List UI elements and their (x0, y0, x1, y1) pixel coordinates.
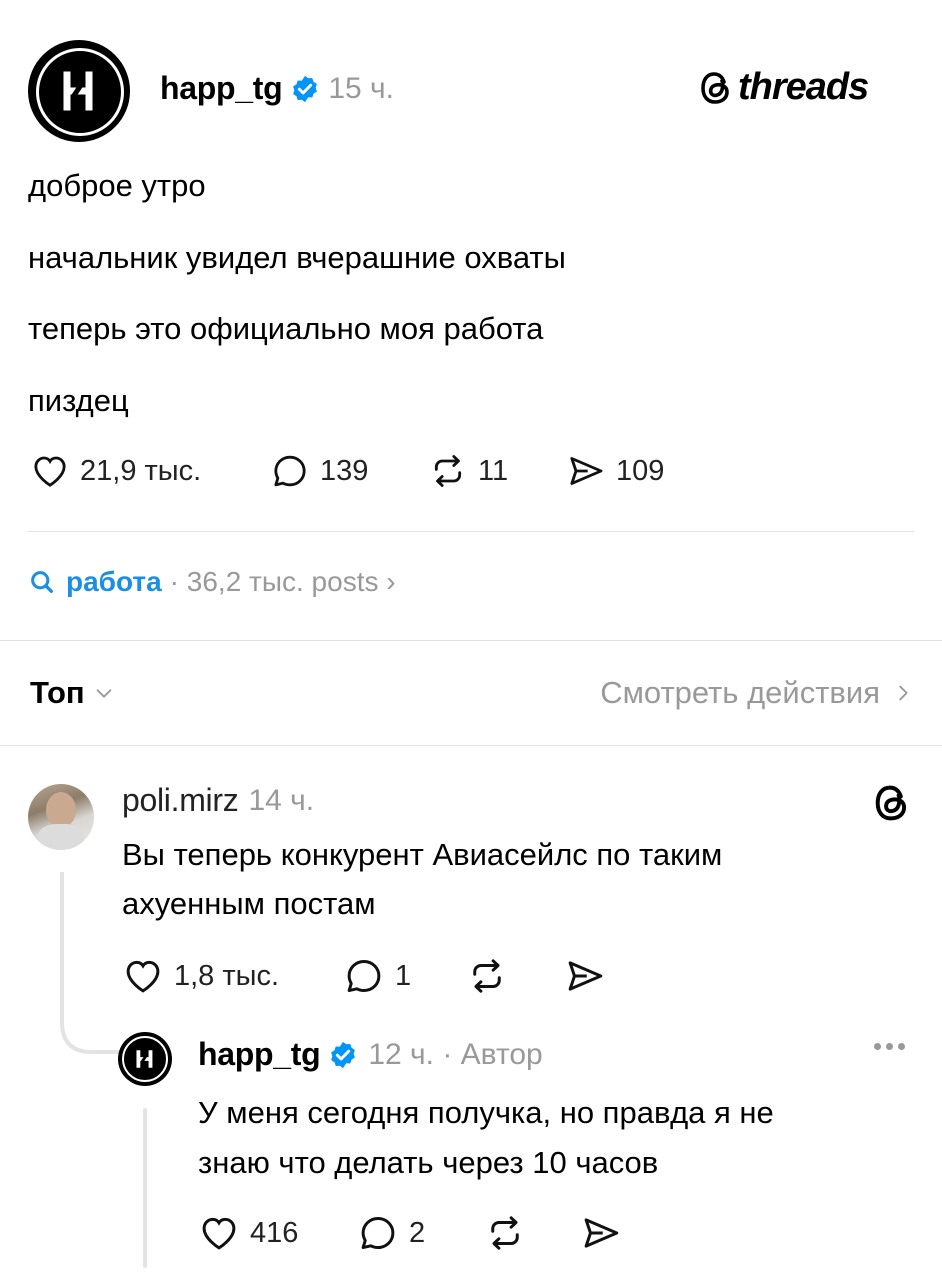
author-avatar[interactable] (28, 40, 130, 142)
threads-icon (701, 71, 729, 104)
comment-count: 2 (409, 1216, 426, 1249)
heart-icon (202, 1217, 236, 1250)
reply-text-line-1: У меня сегодня получка, но правда я не (198, 1095, 774, 1130)
topic-tag[interactable]: работа · 36,2 тыс. posts › (28, 566, 396, 598)
share-icon (584, 1218, 619, 1248)
chevron-right-icon (899, 685, 908, 701)
like-button[interactable]: 416 (198, 1212, 298, 1254)
repost-icon (473, 959, 501, 993)
repost-button[interactable] (484, 1212, 536, 1254)
thread-line (143, 1108, 147, 1268)
share-icon (570, 457, 603, 485)
verified-icon (331, 1041, 356, 1068)
reply-header: happ_tg 12 ч. · Автор (198, 1036, 543, 1073)
search-icon (31, 571, 53, 593)
repost-icon (491, 1216, 519, 1250)
heart-icon (126, 960, 160, 993)
share-icon (568, 961, 603, 991)
reply-username[interactable]: happ_tg (198, 1036, 321, 1073)
repost-count: 11 (478, 454, 509, 487)
view-actions-label: Смотреть действия (600, 675, 880, 710)
topic-name[interactable]: работа (66, 566, 162, 598)
post-line-4: пиздец (28, 383, 129, 418)
more-icon[interactable] (874, 1043, 905, 1050)
reply-avatar[interactable] (28, 784, 94, 850)
like-button[interactable]: 21,9 тыс. (30, 451, 201, 491)
thread-connector (58, 872, 128, 1054)
share-count: 109 (616, 454, 665, 487)
h-logo-icon (63, 71, 93, 111)
comment-button[interactable]: 2 (357, 1212, 425, 1254)
like-count: 21,9 тыс. (80, 454, 202, 487)
comment-icon (274, 455, 306, 487)
comment-count: 139 (320, 454, 369, 487)
reply-text-line-1: Вы теперь конкурент Авиасейлс по таким (122, 837, 723, 872)
divider (28, 531, 914, 532)
threads-icon[interactable] (872, 781, 912, 825)
post-time: 15 ч. (328, 71, 395, 105)
h-logo-icon (136, 1050, 153, 1068)
reply-time: 14 ч. (248, 783, 315, 817)
share-button[interactable] (580, 1212, 632, 1254)
post-line-2: начальник увидел вчерашние охваты (28, 240, 566, 275)
topic-meta: · 36,2 тыс. posts › (169, 566, 396, 597)
post-header: happ_tg 15 ч. (160, 70, 394, 107)
like-button[interactable]: 1,8 тыс. (122, 955, 279, 997)
verified-icon (293, 75, 318, 102)
reply-avatar[interactable] (118, 1032, 172, 1086)
comment-button[interactable]: 139 (270, 451, 368, 491)
heart-icon (34, 456, 66, 487)
threads-brand: threads (698, 66, 869, 109)
reply-username[interactable]: poli.mirz (122, 782, 239, 819)
post-line-3: теперь это официально моя работа (28, 311, 544, 346)
reply-header: poli.mirz 14 ч. (122, 782, 314, 819)
comment-icon (347, 959, 381, 993)
like-count: 1,8 тыс. (174, 959, 280, 992)
sort-label: Топ (30, 675, 85, 710)
view-actions-link[interactable]: Смотреть действия (600, 675, 914, 711)
reply-text-line-2: знаю что делать через 10 часов (198, 1145, 659, 1180)
share-button[interactable] (564, 955, 616, 997)
reply-time: 12 ч. · Автор (368, 1037, 543, 1071)
comment-button[interactable]: 1 (343, 955, 411, 997)
comment-icon (361, 1216, 395, 1250)
chevron-down-icon (96, 689, 111, 698)
post-line-1: доброе утро (28, 168, 206, 203)
like-count: 416 (250, 1216, 299, 1249)
threads-wordmark: threads (738, 66, 869, 108)
share-button[interactable]: 109 (566, 451, 664, 491)
repost-button[interactable] (466, 955, 518, 997)
post-username[interactable]: happ_tg (160, 70, 283, 107)
repost-button[interactable]: 11 (428, 451, 508, 491)
repost-icon (434, 455, 462, 487)
divider (0, 745, 942, 746)
comment-count: 1 (395, 959, 412, 992)
reply-text-line-2: ахуенным постам (122, 886, 376, 921)
sort-dropdown[interactable]: Топ (30, 675, 115, 711)
divider (0, 640, 942, 641)
